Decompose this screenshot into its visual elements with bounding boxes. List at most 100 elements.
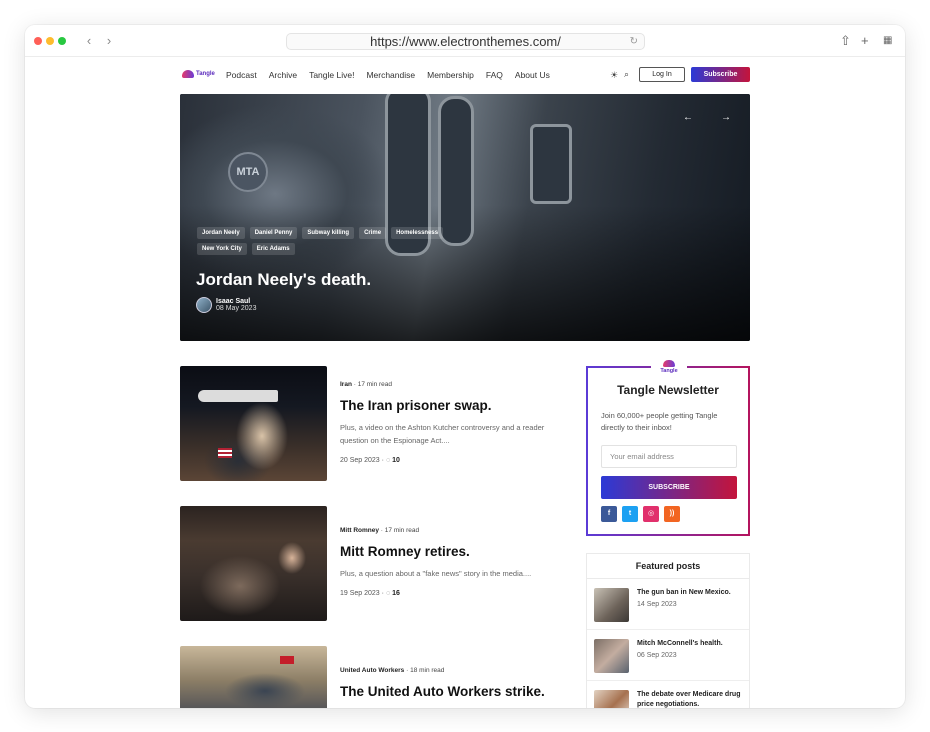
article-thumbnail[interactable] — [180, 646, 327, 708]
site-header: Tangle Podcast Archive Tangle Live! Merc… — [180, 67, 750, 83]
featured-thumbnail[interactable] — [594, 690, 629, 708]
site-logo[interactable]: Tangle — [182, 70, 215, 78]
article-footer: 20 Sep 2023 · ◌ 10 — [340, 457, 400, 464]
read-time: 18 min read — [410, 667, 445, 674]
tag-new-york-city[interactable]: New York City — [197, 243, 247, 255]
author-name[interactable]: Isaac Saul — [216, 298, 256, 305]
nav-link-membership[interactable]: Membership — [427, 70, 474, 80]
train-side-window — [530, 124, 572, 204]
flag-shape — [218, 448, 232, 458]
featured-posts: Featured posts The gun ban in New Mexico… — [586, 553, 750, 708]
featured-item-date: 06 Sep 2023 — [637, 652, 677, 659]
facebook-icon[interactable]: f — [601, 506, 617, 522]
hero-post[interactable]: MTA ← → Jordan Neely Daniel Penny Subway… — [180, 94, 750, 341]
share-icon[interactable]: ⇧ — [840, 33, 851, 49]
article-card[interactable]: Mitt Romney · 17 min read Mitt Romney re… — [180, 506, 570, 622]
url-text: https://www.electronthemes.com/ — [370, 34, 561, 49]
nav-link-about-us[interactable]: About Us — [515, 70, 550, 80]
article-date: 20 Sep 2023 — [340, 457, 380, 464]
nav-link-podcast[interactable]: Podcast — [226, 70, 257, 80]
article-meta: Mitt Romney · 17 min read — [340, 527, 420, 534]
forward-icon[interactable]: › — [101, 33, 117, 49]
subscribe-button[interactable]: Subscribe — [691, 67, 750, 82]
twitter-icon[interactable]: t — [622, 506, 638, 522]
author-avatar[interactable] — [196, 297, 212, 313]
featured-thumbnail[interactable] — [594, 588, 629, 622]
tag-crime[interactable]: Crime — [359, 227, 387, 239]
hero-tags: Jordan Neely Daniel Penny Subway killing… — [197, 227, 497, 255]
theme-toggle-icon[interactable]: ☀ — [610, 70, 618, 81]
featured-thumbnail[interactable] — [594, 639, 629, 673]
search-icon[interactable]: ⌕ — [624, 69, 629, 80]
rss-icon[interactable]: )) — [664, 506, 680, 522]
instagram-icon[interactable]: ◎ — [643, 506, 659, 522]
article-tag[interactable]: United Auto Workers — [340, 667, 404, 674]
mta-logo-image: MTA — [228, 152, 268, 192]
login-button[interactable]: Log In — [639, 67, 685, 82]
hero-date: 08 May 2023 — [216, 305, 257, 312]
featured-item-title[interactable]: The gun ban in New Mexico. — [637, 588, 745, 598]
close-window-button[interactable] — [34, 37, 42, 45]
tag-jordan-neely[interactable]: Jordan Neely — [197, 227, 245, 239]
article-meta: United Auto Workers · 18 min read — [340, 667, 445, 674]
newsletter-subscribe-button[interactable]: SUBSCRIBE — [601, 476, 737, 499]
hero-next-arrow-icon[interactable]: → — [721, 112, 731, 123]
comment-count[interactable]: 10 — [392, 457, 400, 464]
article-title[interactable]: The United Auto Workers strike. — [340, 684, 545, 699]
hero-author: Isaac Saul 08 May 2023 — [196, 297, 256, 313]
article-title[interactable]: The Iran prisoner swap. — [340, 398, 492, 413]
train-door-window — [438, 96, 474, 246]
minimize-window-button[interactable] — [46, 37, 54, 45]
read-time: 17 min read — [384, 527, 420, 534]
new-tab-icon[interactable]: + — [861, 33, 869, 49]
browser-window: ‹ › https://www.electronthemes.com/ ↻ ⇧ … — [25, 25, 905, 708]
article-thumbnail[interactable] — [180, 506, 327, 621]
featured-item-title[interactable]: The debate over Medicare drug price nego… — [637, 690, 745, 708]
featured-title: Featured posts — [587, 554, 749, 579]
featured-item[interactable]: The debate over Medicare drug price nego… — [587, 681, 749, 708]
hero-prev-arrow-icon[interactable]: ← — [683, 112, 693, 123]
back-icon[interactable]: ‹ — [81, 33, 97, 49]
newsletter-logo: Tangle — [651, 360, 687, 376]
tag-eric-adams[interactable]: Eric Adams — [251, 243, 295, 255]
featured-item-date: 14 Sep 2023 — [637, 601, 677, 608]
nav-link-archive[interactable]: Archive — [269, 70, 297, 80]
article-tag[interactable]: Mitt Romney — [340, 527, 379, 534]
hero-title[interactable]: Jordan Neely's death. — [196, 270, 371, 290]
logo-mark-icon — [182, 70, 194, 78]
logo-mark-icon — [663, 360, 675, 367]
tag-subway-killing[interactable]: Subway killing — [302, 227, 355, 239]
article-excerpt: Plus, a video on the Ashton Kutcher cont… — [340, 423, 545, 445]
newsletter-title: Tangle Newsletter — [617, 383, 719, 397]
article-footer: 19 Sep 2023 · ◌ 16 — [340, 590, 400, 597]
nav-link-faq[interactable]: FAQ — [486, 70, 503, 80]
email-field[interactable]: Your email address — [601, 445, 737, 468]
tab-overview-icon[interactable]: ▦ — [883, 33, 892, 49]
article-card[interactable]: Iran · 17 min read The Iran prisoner swa… — [180, 366, 570, 482]
window-controls — [34, 37, 66, 45]
tag-homelessness[interactable]: Homelessness — [391, 227, 444, 239]
newsletter-card: Tangle Tangle Newsletter Join 60,000+ pe… — [586, 360, 750, 536]
comment-icon: ◌ — [385, 590, 391, 597]
reload-icon[interactable]: ↻ — [630, 34, 638, 49]
browser-toolbar: ‹ › https://www.electronthemes.com/ ↻ ⇧ … — [25, 25, 905, 57]
article-date: 19 Sep 2023 — [340, 590, 380, 597]
article-card[interactable]: United Auto Workers · 18 min read The Un… — [180, 646, 570, 708]
newsletter-description: Join 60,000+ people getting Tangle direc… — [601, 411, 718, 432]
featured-item-title[interactable]: Mitch McConnell's health. — [637, 639, 745, 649]
truck-taillight-shape — [280, 656, 294, 664]
featured-item[interactable]: The gun ban in New Mexico. 14 Sep 2023 — [587, 579, 749, 630]
article-thumbnail[interactable] — [180, 366, 327, 481]
nav-link-merchandise[interactable]: Merchandise — [366, 70, 415, 80]
article-tag[interactable]: Iran — [340, 381, 352, 388]
article-excerpt: Plus, a question about a "fake news" sto… — [340, 569, 532, 578]
social-links: f t ◎ )) — [601, 506, 680, 522]
comment-count[interactable]: 16 — [392, 590, 400, 597]
featured-item[interactable]: Mitch McConnell's health. 06 Sep 2023 — [587, 630, 749, 681]
address-bar[interactable]: https://www.electronthemes.com/ ↻ — [286, 33, 645, 50]
nav-link-tangle-live[interactable]: Tangle Live! — [309, 70, 354, 80]
read-time: 17 min read — [357, 381, 393, 388]
zoom-window-button[interactable] — [58, 37, 66, 45]
article-title[interactable]: Mitt Romney retires. — [340, 544, 470, 559]
tag-daniel-penny[interactable]: Daniel Penny — [249, 227, 298, 239]
